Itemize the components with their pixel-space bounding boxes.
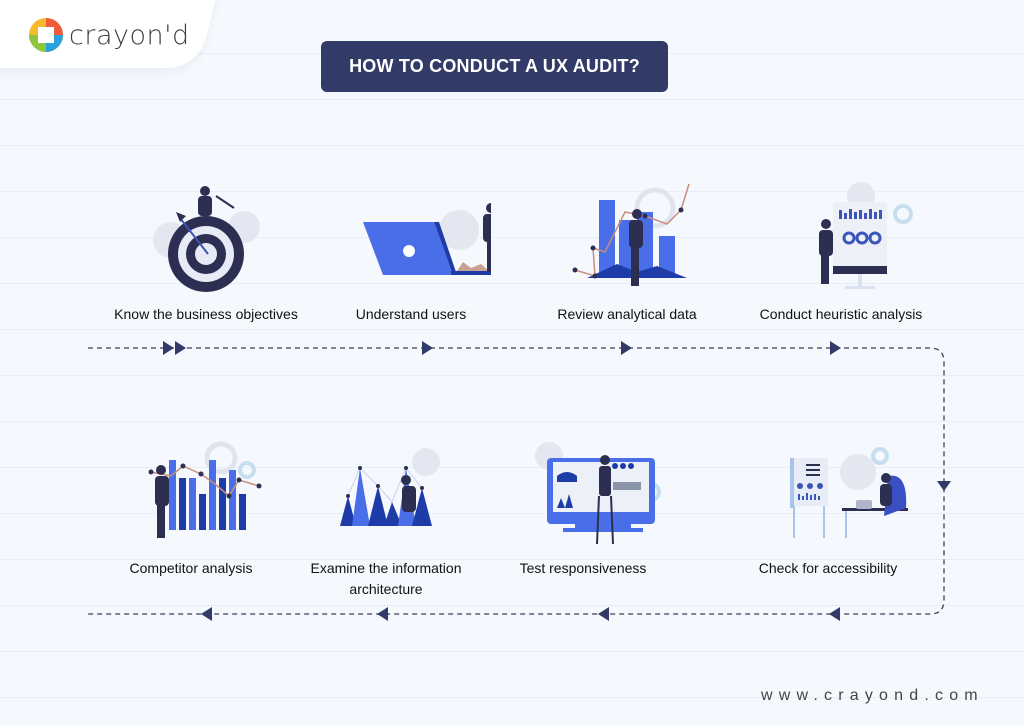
- arrow-right-icon: [621, 341, 632, 355]
- arrow-left-icon: [377, 607, 388, 621]
- brand-logo[interactable]: crayon'd: [28, 17, 190, 53]
- arrow-left-icon: [829, 607, 840, 621]
- background-stripes: [0, 0, 1024, 726]
- monitor-icon: [503, 436, 663, 546]
- website-link[interactable]: www.crayond.com: [761, 687, 984, 705]
- double-arrow-right-icon: [163, 341, 186, 355]
- bar-chart-icon: [547, 182, 707, 292]
- crayond-logo-icon: [29, 18, 63, 52]
- page-title: HOW TO CONDUCT A UX AUDIT?: [321, 41, 668, 92]
- dashboard-board-icon: [761, 182, 921, 292]
- triangles-network-icon: [306, 436, 466, 546]
- laptop-icon: [331, 182, 511, 292]
- step-label: Understand users: [355, 306, 467, 322]
- step-conduct-heuristic-analysis: Conduct heuristic analysis: [731, 182, 951, 325]
- step-check-accessibility: Check for accessibility: [718, 436, 938, 579]
- arrow-right-icon: [830, 341, 841, 355]
- target-icon: [126, 182, 286, 292]
- step-competitor-analysis: Competitor analysis: [81, 436, 301, 579]
- step-examine-information-architecture: Examine the information architecture: [276, 436, 496, 600]
- step-label: Examine the information architecture: [310, 560, 462, 597]
- step-label: Check for accessibility: [758, 560, 898, 576]
- step-label: Know the business objectives: [114, 306, 298, 322]
- arrow-left-icon: [598, 607, 609, 621]
- step-label: Conduct heuristic analysis: [759, 306, 923, 322]
- arrow-left-icon: [201, 607, 212, 621]
- comparison-chart-icon: [111, 436, 271, 546]
- step-review-analytical-data: Review analytical data: [517, 182, 737, 325]
- step-label: Test responsiveness: [519, 560, 647, 576]
- step-label: Review analytical data: [557, 306, 697, 322]
- step-know-business-objectives: Know the business objectives: [96, 182, 316, 325]
- step-understand-users: Understand users: [301, 182, 521, 325]
- desk-presentation-icon: [748, 436, 914, 546]
- step-label: Competitor analysis: [129, 560, 253, 576]
- step-test-responsiveness: Test responsiveness: [473, 436, 693, 579]
- arrow-right-icon: [422, 341, 433, 355]
- brand-name: crayon'd: [69, 19, 190, 51]
